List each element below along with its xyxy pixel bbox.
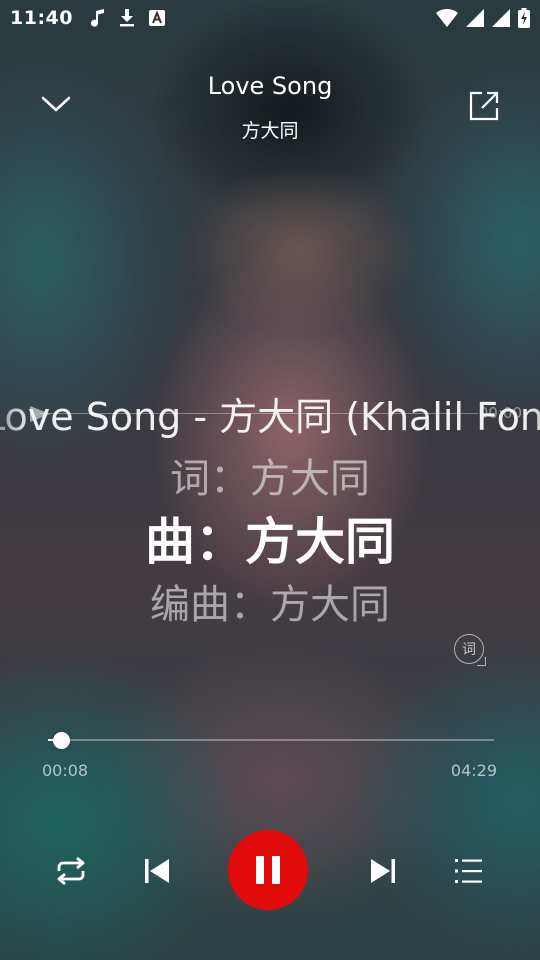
lyric-seek-line[interactable]: Love Song - 方大同 (Khalil Fong) 00:00	[0, 380, 540, 440]
lyrics-toggle-button[interactable]: 词	[454, 634, 486, 666]
skip-next-icon	[371, 859, 395, 883]
lyric-seek-time: 00:00	[478, 404, 522, 422]
player-header: Love Song 方大同	[0, 70, 540, 142]
share-button[interactable]	[464, 86, 504, 126]
pause-icon	[256, 856, 280, 884]
playlist-button[interactable]	[446, 848, 492, 894]
elapsed-time: 00:08	[42, 761, 89, 780]
status-time: 11:40	[10, 7, 73, 29]
next-track-button[interactable]	[360, 848, 406, 894]
total-time: 04:29	[450, 761, 497, 780]
progress-thumb[interactable]	[53, 732, 71, 749]
share-external-icon	[469, 91, 499, 121]
previous-track-button[interactable]	[134, 848, 180, 894]
skip-previous-icon	[145, 859, 169, 883]
repeat-icon	[57, 857, 85, 885]
lyric-line-next: 编曲：方大同	[150, 582, 390, 628]
lyric-seek-indicator	[40, 413, 478, 414]
progress-slider[interactable]	[48, 730, 494, 750]
chevron-down-icon	[41, 96, 71, 112]
repeat-button[interactable]	[48, 848, 94, 894]
progress-track	[48, 739, 494, 741]
signal-icon	[466, 9, 484, 27]
song-title: Love Song	[207, 72, 333, 100]
pause-button[interactable]	[228, 830, 308, 910]
lyric-line-previous: 词：方大同	[170, 456, 370, 502]
font-a-icon	[148, 10, 165, 26]
playback-controls	[0, 830, 540, 910]
battery-charging-icon	[518, 8, 530, 28]
status-bar: 11:40	[0, 0, 540, 36]
lyrics-toggle-icon: 词	[462, 642, 476, 658]
lyrics-panel[interactable]: Love Song - 方大同 (Khalil Fong) 00:00 词：方大…	[0, 380, 540, 630]
collapse-button[interactable]	[36, 86, 76, 122]
song-artist: 方大同	[241, 120, 299, 142]
music-note-icon	[90, 9, 105, 27]
lyric-line-current: 曲：方大同	[145, 513, 395, 571]
play-from-line-icon[interactable]	[28, 404, 52, 428]
playlist-icon	[455, 859, 482, 883]
download-icon	[119, 9, 135, 27]
signal-icon-2	[492, 9, 510, 27]
wifi-icon	[436, 9, 458, 27]
